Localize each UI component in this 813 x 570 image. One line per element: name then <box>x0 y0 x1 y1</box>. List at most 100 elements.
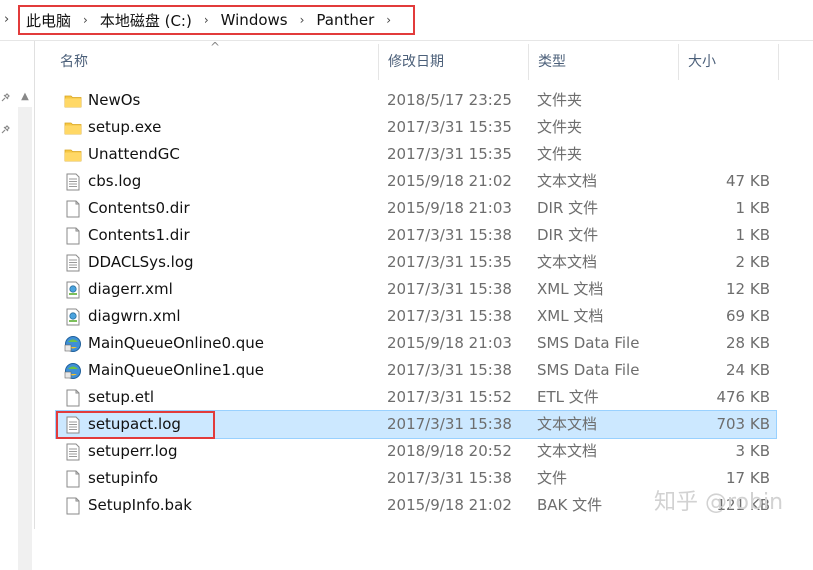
file-row[interactable]: setup.exe 2017/3/31 15:35 文件夹 <box>56 114 776 141</box>
file-size: 1 KB <box>735 226 770 244</box>
file-type: 文本文档 <box>537 442 598 460</box>
scroll-up-arrow-icon[interactable]: ▲ <box>18 91 32 105</box>
file-size: 2 KB <box>735 253 770 271</box>
file-type: SMS Data File <box>537 334 640 352</box>
file-date: 2017/3/31 15:38 <box>387 361 512 379</box>
chevron-right-icon[interactable]: › <box>83 13 88 27</box>
file-date: 2017/3/31 15:38 <box>387 226 512 244</box>
text-file-icon <box>64 416 82 434</box>
folder-icon <box>64 146 82 164</box>
file-size: 1 KB <box>735 199 770 217</box>
pin-icon <box>0 125 10 138</box>
file-type: BAK 文件 <box>537 496 603 514</box>
file-type: XML 文档 <box>537 307 604 325</box>
file-name: setuperr.log <box>88 442 178 460</box>
file-row[interactable]: Contents0.dir 2015/9/18 21:03 DIR 文件 1 K… <box>56 195 776 222</box>
file-date: 2015/9/18 21:02 <box>387 496 512 514</box>
file-name: UnattendGC <box>88 145 180 163</box>
file-name: diagwrn.xml <box>88 307 181 325</box>
file-date: 2017/3/31 15:38 <box>387 280 512 298</box>
file-row[interactable]: setuperr.log 2018/9/18 20:52 文本文档 3 KB <box>56 438 776 465</box>
file-size: 69 KB <box>726 307 770 325</box>
file-name: DDACLSys.log <box>88 253 194 271</box>
file-name: NewOs <box>88 91 141 109</box>
chevron-right-icon[interactable]: › <box>300 13 305 27</box>
blank-file-icon <box>64 227 82 245</box>
file-type: 文本文档 <box>537 415 598 433</box>
file-date: 2017/3/31 15:35 <box>387 145 512 163</box>
scrollbar[interactable] <box>18 107 32 570</box>
file-size: 24 KB <box>726 361 770 379</box>
file-type: SMS Data File <box>537 361 640 379</box>
sms-file-icon <box>64 362 82 380</box>
file-name: cbs.log <box>88 172 142 190</box>
folder-icon <box>64 92 82 110</box>
file-row[interactable]: diagwrn.xml 2017/3/31 15:38 XML 文档 69 KB <box>56 303 776 330</box>
file-type: DIR 文件 <box>537 199 599 217</box>
file-date: 2015/9/18 21:02 <box>387 172 512 190</box>
breadcrumb[interactable]: 此电脑 › 本地磁盘 (C:) › Windows › Panther › <box>18 5 416 35</box>
file-name: MainQueueOnline0.que <box>88 334 265 352</box>
file-date: 2017/3/31 15:35 <box>387 118 512 136</box>
file-type: 文件夹 <box>537 118 583 136</box>
file-date: 2018/9/18 20:52 <box>387 442 512 460</box>
file-name: Contents1.dir <box>88 226 190 244</box>
chevron-right-icon[interactable]: › <box>204 13 209 27</box>
file-row[interactable]: diagerr.xml 2017/3/31 15:38 XML 文档 12 KB <box>56 276 776 303</box>
address-bar[interactable]: › 此电脑 › 本地磁盘 (C:) › Windows › Panther › <box>0 0 813 41</box>
file-list: NewOs 2018/5/17 23:25 文件夹 setup.exe 2017… <box>55 87 777 519</box>
text-file-icon <box>64 443 82 461</box>
file-type: 文件夹 <box>537 145 583 163</box>
file-size: 28 KB <box>726 334 770 352</box>
file-type: 文件 <box>537 469 568 487</box>
xml-file-icon <box>64 308 82 326</box>
file-size: 476 KB <box>716 388 770 406</box>
file-date: 2015/9/18 21:03 <box>387 334 512 352</box>
column-divider[interactable] <box>778 44 779 80</box>
file-type: 文本文档 <box>537 172 598 190</box>
file-row[interactable]: UnattendGC 2017/3/31 15:35 文件夹 <box>56 141 776 168</box>
file-date: 2017/3/31 15:52 <box>387 388 512 406</box>
column-header-size[interactable]: 大小 <box>678 44 778 80</box>
breadcrumb-item-windows[interactable]: Windows <box>221 11 288 29</box>
file-name: MainQueueOnline1.que <box>88 361 265 379</box>
file-row[interactable]: setup.etl 2017/3/31 15:52 ETL 文件 476 KB <box>56 384 776 411</box>
folder-icon <box>64 119 82 137</box>
file-row[interactable]: NewOs 2018/5/17 23:25 文件夹 <box>56 87 776 114</box>
file-date: 2018/5/17 23:25 <box>387 91 512 109</box>
file-row[interactable]: Contents1.dir 2017/3/31 15:38 DIR 文件 1 K… <box>56 222 776 249</box>
breadcrumb-item-local-disk[interactable]: 本地磁盘 (C:) <box>100 10 192 31</box>
file-row[interactable]: MainQueueOnline1.que 2017/3/31 15:38 SMS… <box>56 357 776 384</box>
file-type: XML 文档 <box>537 280 604 298</box>
file-size: 3 KB <box>735 442 770 460</box>
navigation-pane: ▲ <box>0 41 35 570</box>
file-name: SetupInfo.bak <box>88 496 192 514</box>
file-row-selected[interactable]: setupact.log 2017/3/31 15:38 文本文档 703 KB <box>55 410 777 439</box>
file-row[interactable]: MainQueueOnline0.que 2015/9/18 21:03 SMS… <box>56 330 776 357</box>
column-header-type[interactable]: 类型 <box>528 44 678 80</box>
column-header-name[interactable]: 名称 <box>50 44 378 80</box>
pin-icon <box>0 93 10 106</box>
xml-file-icon <box>64 281 82 299</box>
file-name: setupinfo <box>88 469 159 487</box>
file-size: 47 KB <box>726 172 770 190</box>
file-size: 12 KB <box>726 280 770 298</box>
breadcrumb-item-panther[interactable]: Panther <box>316 11 374 29</box>
breadcrumb-item-this-pc[interactable]: 此电脑 <box>26 10 71 31</box>
blank-file-icon <box>64 200 82 218</box>
file-name: Contents0.dir <box>88 199 190 217</box>
chevron-right-icon[interactable]: › <box>4 12 9 27</box>
chevron-right-icon[interactable]: › <box>386 13 391 27</box>
file-row[interactable]: cbs.log 2015/9/18 21:02 文本文档 47 KB <box>56 168 776 195</box>
file-date: 2017/3/31 15:35 <box>387 253 512 271</box>
file-row[interactable]: DDACLSys.log 2017/3/31 15:35 文本文档 2 KB <box>56 249 776 276</box>
file-type: ETL 文件 <box>537 388 599 406</box>
file-name: setup.exe <box>88 118 162 136</box>
column-header-row: ^ 名称 修改日期 类型 大小 <box>50 40 780 80</box>
file-type: DIR 文件 <box>537 226 599 244</box>
blank-file-icon <box>64 389 82 407</box>
column-header-date[interactable]: 修改日期 <box>378 44 528 80</box>
file-size: 703 KB <box>716 415 770 433</box>
blank-file-icon <box>64 497 82 515</box>
file-name: diagerr.xml <box>88 280 173 298</box>
